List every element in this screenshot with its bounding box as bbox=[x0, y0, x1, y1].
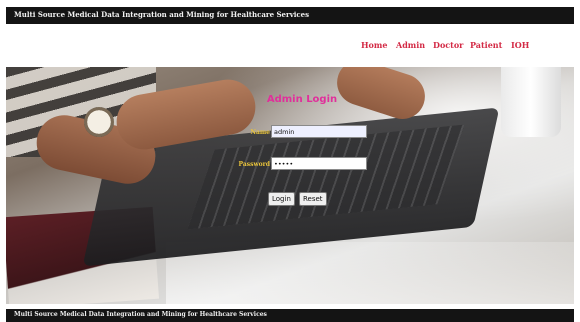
footer-banner: Multi Source Medical Data Integration an… bbox=[6, 309, 574, 322]
nav-admin-link[interactable]: Admin bbox=[396, 40, 425, 50]
nav-ioh-link[interactable]: IOH bbox=[511, 40, 529, 50]
footer-text: Multi Source Medical Data Integration an… bbox=[14, 311, 267, 318]
password-input[interactable]: ••••• bbox=[271, 157, 367, 170]
login-button[interactable]: Login bbox=[268, 192, 295, 206]
nav-home-link[interactable]: Home bbox=[361, 40, 387, 50]
main-nav: Home Admin Doctor Patient IOH bbox=[0, 40, 580, 52]
site-title: Multi Source Medical Data Integration an… bbox=[14, 10, 310, 19]
password-label: Password bbox=[238, 161, 270, 168]
admin-login-title: Admin Login bbox=[266, 94, 338, 105]
nav-patient-link[interactable]: Patient bbox=[470, 40, 502, 50]
coffee-cup-shape bbox=[501, 67, 561, 137]
nav-doctor-link[interactable]: Doctor bbox=[433, 40, 463, 50]
name-input[interactable]: admin bbox=[271, 125, 367, 138]
wristwatch-shape bbox=[84, 107, 114, 137]
top-banner: Multi Source Medical Data Integration an… bbox=[6, 7, 574, 24]
reset-button[interactable]: Reset bbox=[299, 192, 327, 206]
name-label: Name bbox=[250, 129, 270, 136]
